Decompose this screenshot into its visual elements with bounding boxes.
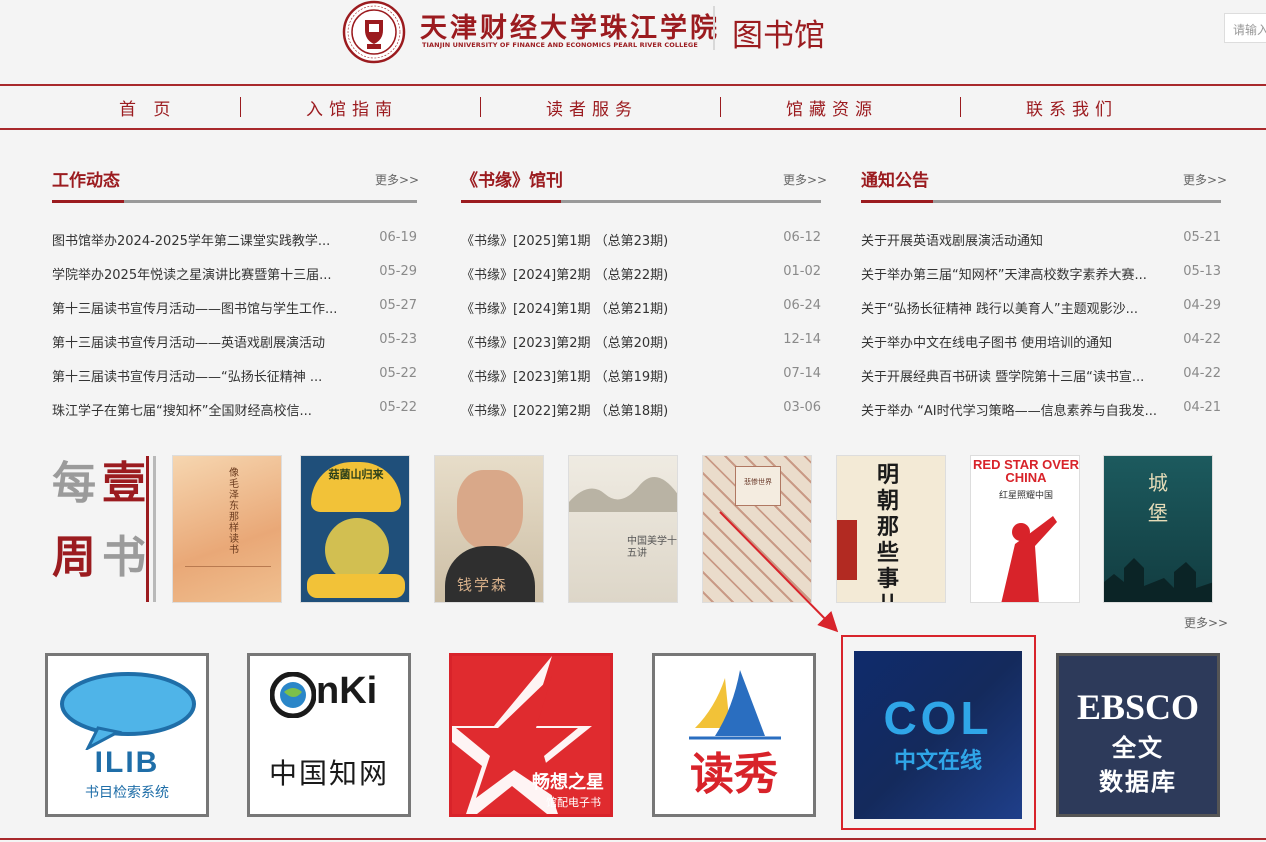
footer-rule bbox=[0, 838, 1266, 840]
speech-bubble-icon bbox=[60, 672, 196, 750]
more-link[interactable]: 更多>> bbox=[783, 171, 827, 188]
book-cover[interactable]: 悲惨世界 bbox=[702, 455, 812, 603]
highlight-box bbox=[841, 635, 1036, 830]
database-cnki[interactable]: nKi 中国知网 bbox=[247, 653, 411, 817]
column-rule bbox=[861, 200, 1221, 203]
weekly-label-bar bbox=[146, 456, 149, 602]
book-cover[interactable]: 钱学森 bbox=[434, 455, 544, 603]
list-item[interactable]: 《书缘》[2023]第2期 （总第20期) 12-14 bbox=[461, 332, 821, 352]
school-name-cn[interactable]: 天津财经大学珠江学院 bbox=[420, 6, 720, 45]
school-name-en: TIANJIN UNIVERSITY OF FINANCE AND ECONOM… bbox=[422, 41, 698, 49]
globe-icon bbox=[270, 672, 316, 718]
list-item[interactable]: 珠江学子在第七届“搜知杯”全国财经高校信... 05-22 bbox=[52, 400, 417, 420]
list-item[interactable]: 关于“弘扬长征精神 践行以美育人”主题观影沙... 04-29 bbox=[861, 298, 1221, 318]
book-cover[interactable]: 中国美学十五讲 bbox=[568, 455, 678, 603]
weekly-book-label: 每 周 壹 书 bbox=[52, 456, 160, 602]
nav-item-home[interactable]: 首 页 bbox=[119, 95, 176, 120]
database-ilib[interactable]: ILIB 书目检索系统 bbox=[45, 653, 209, 817]
list-item[interactable]: 图书馆举办2024-2025学年第二课堂实践教学... 06-19 bbox=[52, 230, 417, 250]
list-item[interactable]: 《书缘》[2022]第2期 （总第18期) 03-06 bbox=[461, 400, 821, 420]
list-item[interactable]: 关于举办中文在线电子图书 使用培训的通知 04-22 bbox=[861, 332, 1221, 352]
book-cover[interactable]: RED STAR OVER CHINA 红星照耀中国 bbox=[970, 455, 1080, 603]
weekly-label-bar bbox=[153, 456, 156, 602]
list-item[interactable]: 第十三届读书宣传月活动——图书馆与学生工作... 05-27 bbox=[52, 298, 417, 318]
library-homepage: 天津财经大学珠江学院 TIANJIN UNIVERSITY OF FINANCE… bbox=[0, 0, 1266, 842]
weekly-label-char: 壹 bbox=[102, 458, 146, 509]
list-item[interactable]: 关于举办 “AI时代学习策略——信息素养与自我发... 04-21 bbox=[861, 400, 1221, 420]
search-input[interactable]: 请输入 bbox=[1224, 13, 1266, 43]
main-nav: 首 页 入馆指南 读者服务 馆藏资源 联系我们 bbox=[0, 84, 1266, 130]
list-item[interactable]: 关于开展经典百书研读 暨学院第十三届“读书宣... 04-22 bbox=[861, 366, 1221, 386]
column-rule bbox=[461, 200, 821, 203]
nav-separator bbox=[240, 97, 241, 117]
nav-separator bbox=[480, 97, 481, 117]
header-divider bbox=[713, 6, 715, 50]
landscape-illustration bbox=[569, 477, 677, 512]
weekly-label-char: 每 bbox=[52, 458, 96, 509]
library-title[interactable]: 图书馆 bbox=[732, 10, 825, 55]
database-duxiu[interactable]: 读秀 bbox=[652, 653, 816, 817]
news-column-journal: 《书缘》馆刊 更多>> 《书缘》[2025]第1期 （总第23期) 06-12 《… bbox=[461, 160, 827, 430]
book-cover[interactable]: 像毛泽东那样读书 bbox=[172, 455, 282, 603]
database-changxiang[interactable]: 畅想之星 馆配电子书 bbox=[449, 653, 613, 817]
nav-item-services[interactable]: 读者服务 bbox=[546, 95, 638, 120]
book-cover[interactable]: 菇菌山归来 bbox=[300, 455, 410, 603]
weekly-label-char: 书 bbox=[102, 532, 146, 583]
news-column-notice: 通知公告 更多>> 关于开展英语戏剧展演活动通知 05-21 关于举办第三届“知网… bbox=[861, 160, 1227, 430]
more-link[interactable]: 更多>> bbox=[375, 171, 419, 188]
nav-separator bbox=[960, 97, 961, 117]
column-title: 通知公告 bbox=[861, 171, 929, 191]
book-cover[interactable]: 明朝那些事儿 bbox=[836, 455, 946, 603]
list-item[interactable]: 关于开展英语戏剧展演活动通知 05-21 bbox=[861, 230, 1221, 250]
nav-item-guide[interactable]: 入馆指南 bbox=[306, 95, 398, 120]
nav-item-contact[interactable]: 联系我们 bbox=[1026, 95, 1118, 120]
more-link[interactable]: 更多>> bbox=[1184, 614, 1228, 631]
sail-icon bbox=[689, 670, 781, 740]
castle-illustration bbox=[1104, 558, 1212, 602]
university-seal-icon[interactable] bbox=[339, 0, 409, 64]
book-cover[interactable]: 城堡 bbox=[1103, 455, 1213, 603]
list-item[interactable]: 第十三届读书宣传月活动——“弘扬长征精神 ... 05-22 bbox=[52, 366, 417, 386]
column-rule bbox=[52, 200, 417, 203]
weekly-label-char: 周 bbox=[52, 532, 96, 583]
database-ebsco[interactable]: EBSCO 全文 数据库 bbox=[1056, 653, 1220, 817]
list-item[interactable]: 学院举办2025年悦读之星演讲比赛暨第十三届... 05-29 bbox=[52, 264, 417, 284]
news-column-work: 工作动态 更多>> 图书馆举办2024-2025学年第二课堂实践教学... 06-… bbox=[52, 160, 419, 430]
list-item[interactable]: 关于举办第三届“知网杯”天津高校数字素养大赛... 05-13 bbox=[861, 264, 1221, 284]
nav-separator bbox=[720, 97, 721, 117]
list-item[interactable]: 《书缘》[2025]第1期 （总第23期) 06-12 bbox=[461, 230, 821, 250]
list-item[interactable]: 《书缘》[2024]第1期 （总第21期) 06-24 bbox=[461, 298, 821, 318]
list-item[interactable]: 第十三届读书宣传月活动——英语戏剧展演活动 05-23 bbox=[52, 332, 417, 352]
site-header: 天津财经大学珠江学院 TIANJIN UNIVERSITY OF FINANCE… bbox=[0, 0, 1266, 84]
list-item[interactable]: 《书缘》[2024]第2期 （总第22期) 01-02 bbox=[461, 264, 821, 284]
soldier-illustration bbox=[1001, 516, 1057, 602]
column-title: 工作动态 bbox=[52, 171, 120, 191]
nav-item-collections[interactable]: 馆藏资源 bbox=[786, 95, 878, 120]
list-item[interactable]: 《书缘》[2023]第1期 （总第19期) 07-14 bbox=[461, 366, 821, 386]
column-title: 《书缘》馆刊 bbox=[461, 171, 563, 191]
more-link[interactable]: 更多>> bbox=[1183, 171, 1227, 188]
